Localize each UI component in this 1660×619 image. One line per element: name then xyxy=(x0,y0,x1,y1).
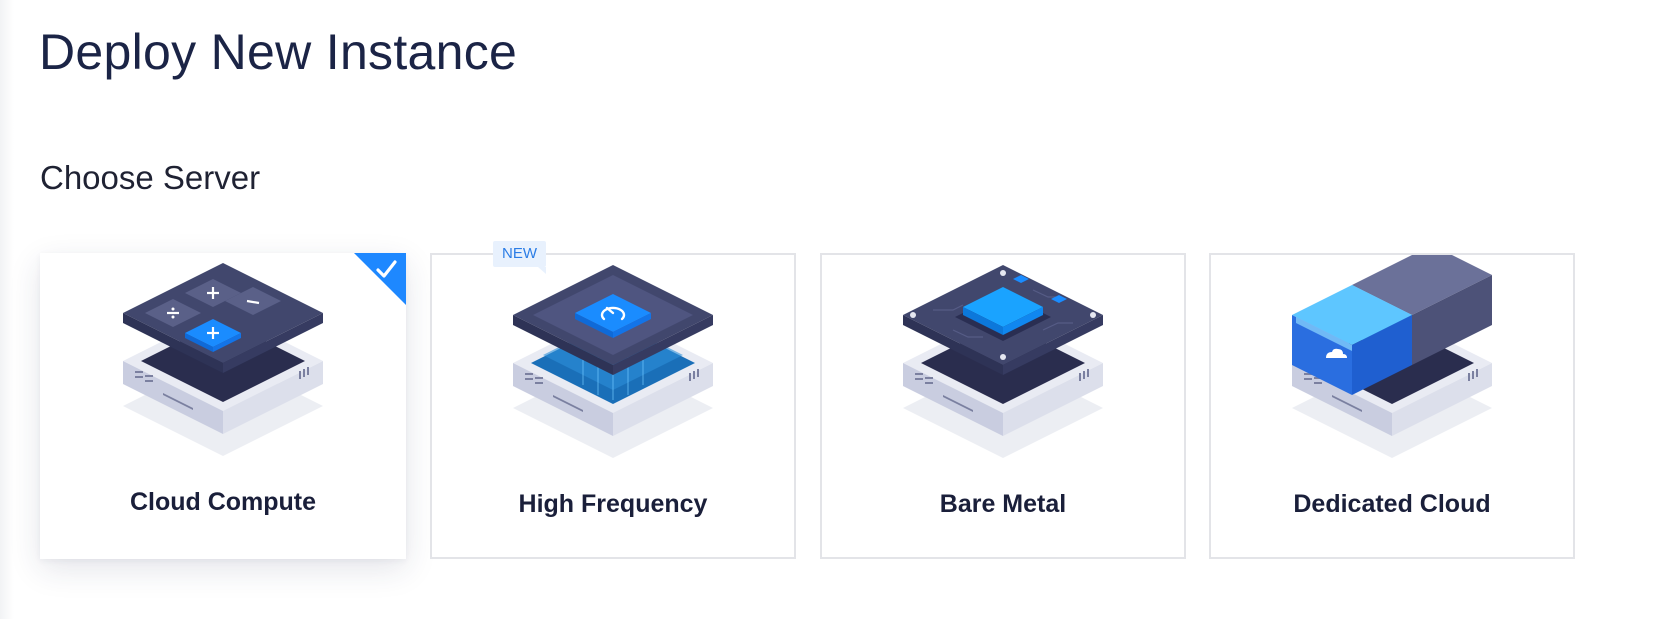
server-card-label: High Frequency xyxy=(518,490,708,518)
calculator-chip-icon xyxy=(123,263,323,456)
server-card-label: Bare Metal xyxy=(939,490,1067,518)
server-card-high-frequency[interactable]: NEW High Frequency xyxy=(430,241,796,559)
cloud-blade-icon xyxy=(1292,255,1492,458)
server-card-label: Dedicated Cloud xyxy=(1293,490,1491,518)
server-card-dedicated-cloud[interactable]: Dedicated Cloud xyxy=(1209,253,1575,559)
server-card-bare-metal[interactable]: Bare Metal xyxy=(820,253,1186,559)
processor-chip-icon xyxy=(903,265,1103,458)
left-shade xyxy=(0,0,14,619)
server-card-cloud-compute[interactable]: Cloud Compute xyxy=(40,253,406,559)
section-title: Choose Server xyxy=(40,159,261,196)
selected-check-icon xyxy=(354,253,406,305)
server-card-label: Cloud Compute xyxy=(129,488,317,516)
speedometer-chip-icon xyxy=(513,265,713,458)
page-title: Deploy New Instance xyxy=(39,24,518,80)
